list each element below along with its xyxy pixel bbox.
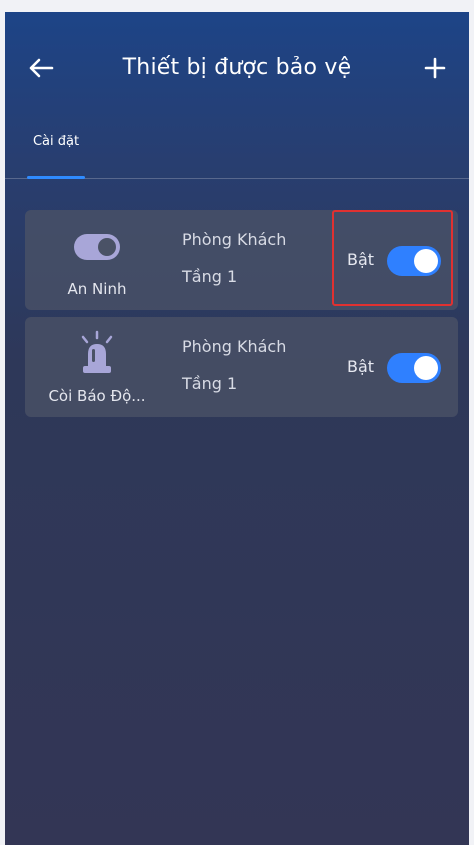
device-list: An Ninh Phòng Khách Tầng 1 Bật Còi Báo Đ… [25, 210, 458, 424]
tab-bar: Cài đặt [5, 122, 469, 179]
device-state-label: Bật [347, 250, 375, 269]
device-name: An Ninh [67, 280, 127, 298]
siren-icon [69, 330, 125, 377]
device-icon-area: An Ninh [25, 210, 169, 310]
device-state-label: Bật [347, 357, 375, 376]
add-device-button[interactable] [415, 48, 455, 88]
device-room: Phòng Khách [182, 337, 287, 356]
app-header: Thiết bị được bảo vệ [5, 12, 469, 122]
device-enable-toggle[interactable] [387, 246, 441, 276]
device-card-siren[interactable]: Còi Báo Độ... Phòng Khách Tầng 1 Bật [25, 317, 458, 417]
device-card-security[interactable]: An Ninh Phòng Khách Tầng 1 Bật [25, 210, 458, 310]
device-name: Còi Báo Độ... [48, 387, 146, 405]
plus-icon [424, 57, 446, 79]
device-floor: Tầng 1 [182, 374, 238, 393]
toggle-switch-icon [69, 224, 125, 270]
back-button[interactable] [23, 50, 59, 86]
tab-settings-label: Cài đặt [32, 134, 80, 149]
toggle-knob [414, 356, 438, 380]
active-tab-indicator [27, 176, 85, 179]
device-room: Phòng Khách [182, 230, 287, 249]
app-screen: Thiết bị được bảo vệ Cài đặt An Ninh Phò… [5, 12, 469, 845]
arrow-left-icon [29, 58, 54, 78]
page-title: Thiết bị được bảo vệ [122, 55, 352, 80]
device-floor: Tầng 1 [182, 267, 238, 286]
toggle-knob [414, 249, 438, 273]
device-enable-toggle[interactable] [387, 353, 441, 383]
device-icon-area: Còi Báo Độ... [25, 317, 169, 417]
tab-settings[interactable]: Cài đặt [25, 122, 87, 179]
